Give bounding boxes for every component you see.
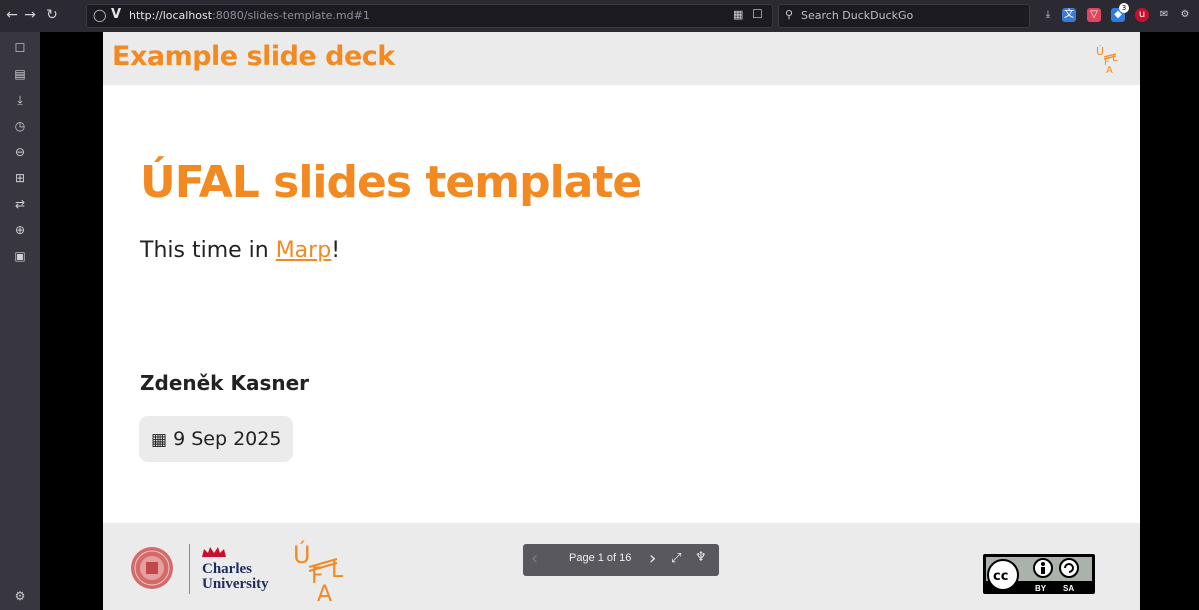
downloads-icon[interactable]: ⤓	[12, 92, 28, 108]
date-text: 9 Sep 2025	[173, 428, 282, 450]
page-indicator: Page 1 of 16	[569, 552, 632, 564]
search-icon: ⚲	[785, 8, 794, 21]
slide-subtitle: This time in Marp!	[140, 238, 341, 263]
ufal-footer-logo: Ú F L A	[293, 539, 344, 603]
presenter-view-icon[interactable]: ♆	[695, 550, 707, 565]
forward-icon[interactable]: →	[22, 7, 38, 23]
svg-text:Ú: Ú	[293, 539, 311, 569]
logo-divider	[189, 544, 190, 594]
slide-pager: ‹ Page 1 of 16 › ⤢ ♆	[523, 544, 719, 576]
reload-icon[interactable]: ↻	[44, 7, 60, 23]
marp-link[interactable]: Marp	[276, 238, 331, 263]
translate-icon[interactable]: ⊞	[12, 170, 28, 186]
site-logo-icon: V	[111, 7, 122, 22]
reading-list-icon[interactable]: ▤	[12, 66, 28, 82]
license-sa-text: SA	[1063, 584, 1074, 593]
bookmarks-icon[interactable]: ☐	[12, 40, 28, 56]
sync-icon[interactable]: ⇄	[12, 196, 28, 212]
qr-code-icon[interactable]: ▦	[733, 8, 743, 21]
slide-header: Example slide deck Ú F L A	[103, 32, 1140, 85]
svg-text:A: A	[1106, 65, 1113, 75]
back-icon[interactable]: ←	[4, 7, 20, 23]
ublock-icon[interactable]: u	[1135, 8, 1149, 22]
slide-footer: Charles University Ú F L A ‹ Page 1 of 1…	[103, 523, 1140, 610]
notes-icon[interactable]: ▣	[12, 248, 28, 264]
mail-icon[interactable]: ✉	[1157, 8, 1171, 22]
svg-text:L: L	[331, 558, 344, 583]
date-badge: ▦ 9 Sep 2025	[139, 416, 294, 462]
address-bar[interactable]: ◯ V http://localhost:8080/slides-templat…	[86, 4, 773, 28]
calendar-icon: ▦	[151, 430, 168, 450]
deck-title: Example slide deck	[112, 41, 395, 72]
prev-page-icon[interactable]: ‹	[531, 548, 538, 569]
browser-sidebar: ☐ ▤ ⤓ ◷ ⊖ ⊞ ⇄ ⊕ ▣ ⚙	[0, 32, 40, 610]
pocket-icon[interactable]: ▽	[1087, 8, 1101, 22]
search-bar[interactable]: ⚲ Search DuckDuckGo	[778, 4, 1030, 28]
download-icon[interactable]: ⤓	[1041, 8, 1055, 22]
license-by-text: BY	[1035, 584, 1047, 593]
svg-text:Ú: Ú	[1096, 45, 1104, 58]
translate-extension-icon[interactable]: 文	[1062, 8, 1076, 22]
extension-badge: 3	[1119, 3, 1129, 13]
creative-commons-license-badge: cc BY SA	[983, 554, 1095, 594]
svg-text:cc: cc	[993, 569, 1008, 584]
charles-university-text: Charles University	[202, 561, 269, 592]
author-name: Zdeněk Kasner	[140, 371, 310, 395]
slide: Example slide deck Ú F L A ÚFAL slides t…	[103, 32, 1140, 610]
fullscreen-icon[interactable]: ⤢	[671, 551, 681, 566]
history-icon[interactable]: ◷	[12, 118, 28, 134]
bookmark-icon[interactable]: ☐	[752, 7, 763, 21]
search-placeholder: Search DuckDuckGo	[801, 9, 914, 22]
browser-toolbar: ← → ↻ ◯ V http://localhost:8080/slides-t…	[0, 0, 1199, 32]
next-page-icon[interactable]: ›	[649, 548, 656, 569]
add-panel-icon[interactable]: ⊕	[12, 222, 28, 238]
svg-text:A: A	[317, 582, 332, 603]
synced-tabs-icon[interactable]: ⊖	[12, 144, 28, 160]
university-seal-logo	[131, 547, 173, 589]
ufal-logo: Ú F L A	[1096, 45, 1118, 75]
slide-title: ÚFAL slides template	[140, 157, 642, 208]
url-text: http://localhost:8080/slides-template.md…	[129, 9, 370, 22]
extensions-menu-icon[interactable]: ⚙	[1178, 8, 1192, 22]
settings-icon[interactable]: ⚙	[12, 588, 28, 604]
crown-icon	[202, 547, 226, 557]
shield-icon[interactable]: ◯	[93, 8, 106, 22]
